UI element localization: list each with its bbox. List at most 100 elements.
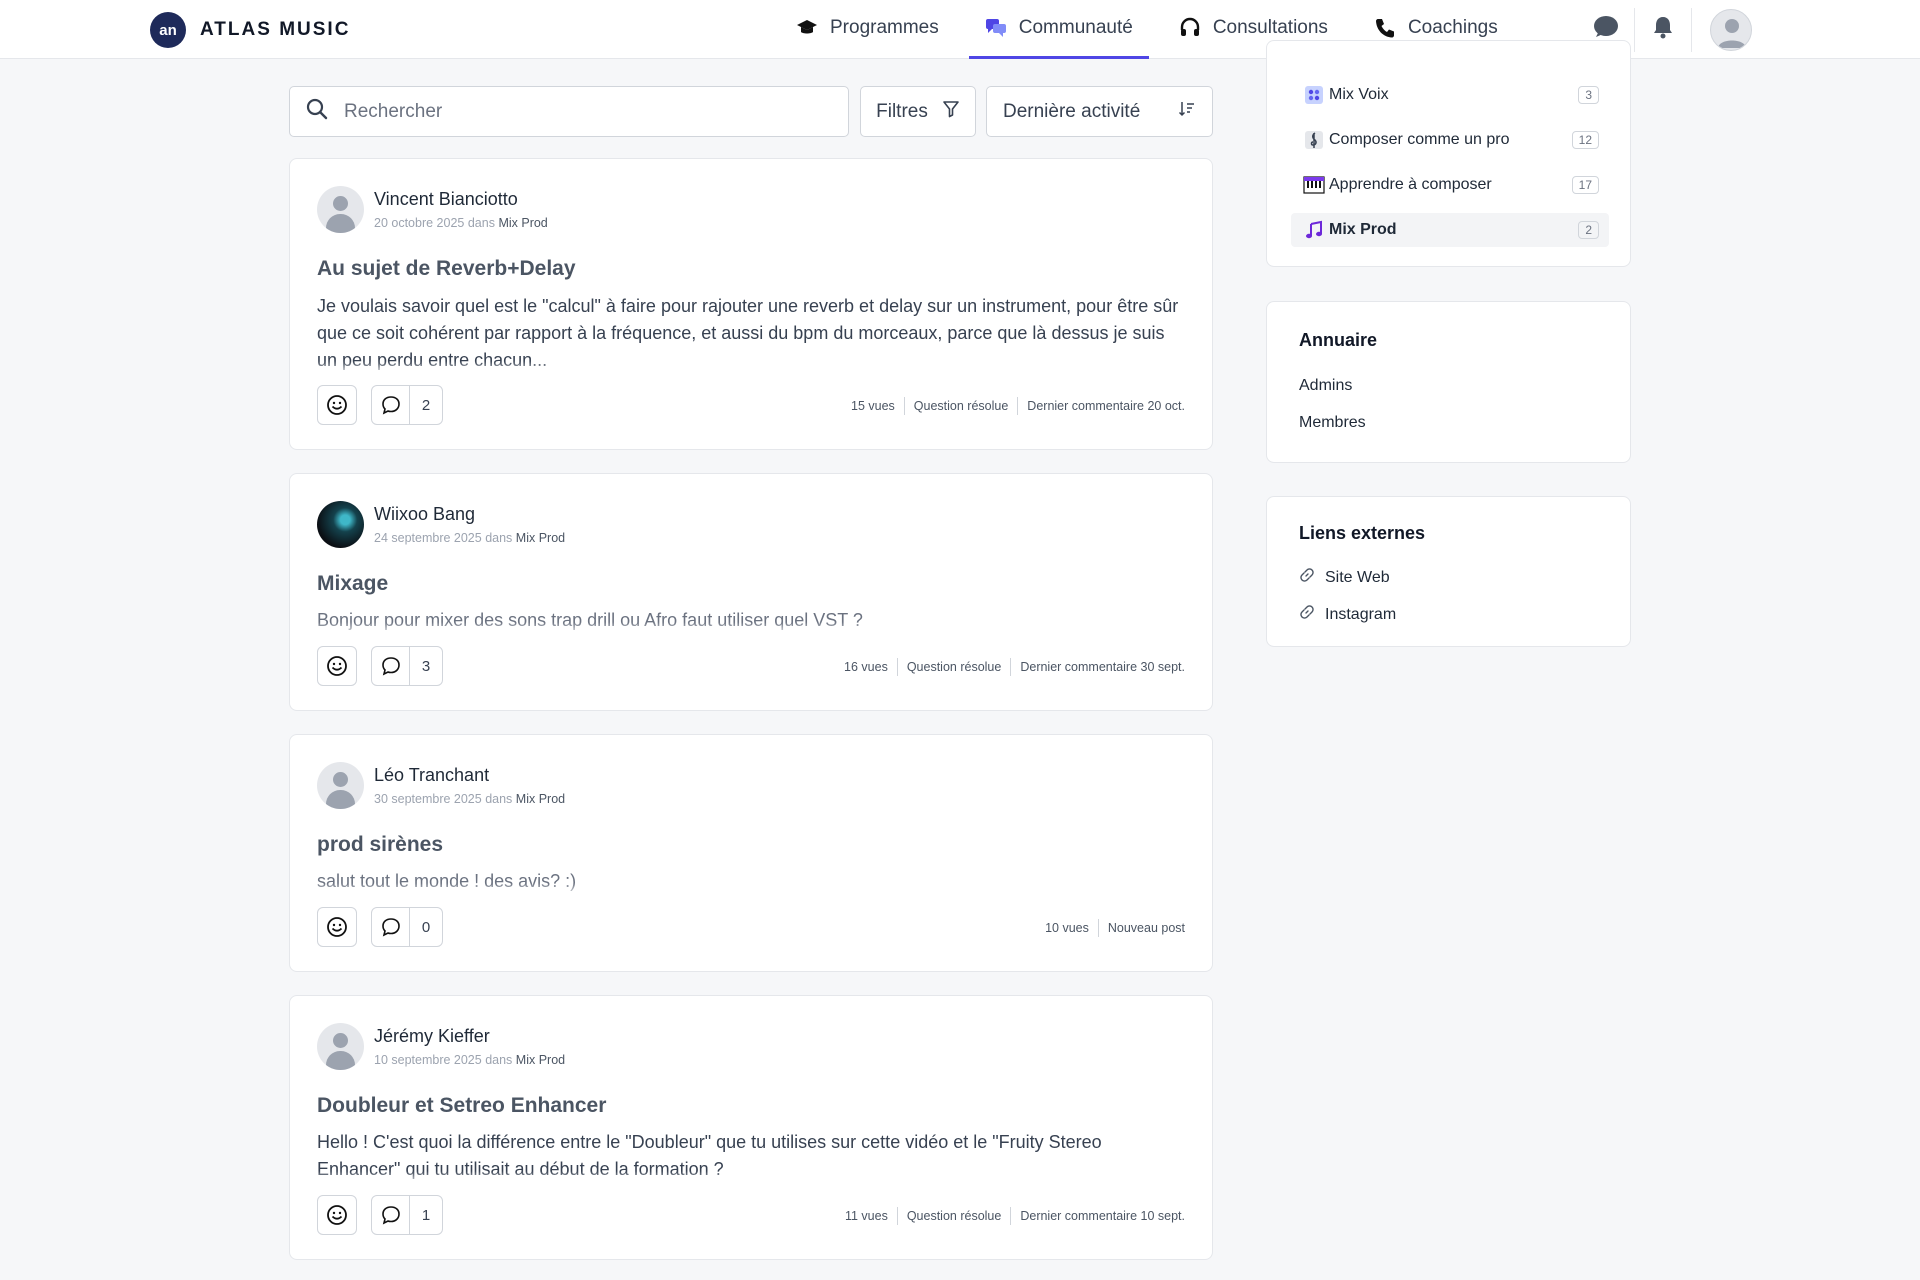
nav-consultations-label: Consultations: [1212, 17, 1328, 38]
directory-title: Annuaire: [1299, 330, 1378, 350]
author-name[interactable]: Wiixoo Bang: [374, 504, 565, 525]
author-name[interactable]: Vincent Bianciotto: [374, 189, 548, 210]
smiley-icon: [327, 1205, 347, 1225]
post-category[interactable]: Mix Prod: [516, 792, 565, 806]
directory-link-membres[interactable]: Membres: [1299, 414, 1366, 432]
search-box[interactable]: [289, 86, 849, 137]
category-count: 2: [1578, 221, 1599, 239]
graduation-cap-icon: [796, 17, 818, 39]
author-name[interactable]: Léo Tranchant: [374, 765, 565, 786]
post-card[interactable]: Léo Tranchant 30 septembre 2025 dans Mix…: [289, 734, 1213, 972]
nav-programmes-label: Programmes: [830, 17, 939, 38]
post-date: 30 septembre 2025: [374, 792, 482, 806]
category-item-mix-voix[interactable]: Mix Voix 3: [1291, 78, 1609, 112]
category-count: 3: [1578, 86, 1599, 104]
category-label: Composer comme un pro: [1329, 131, 1510, 148]
nav-coachings-label: Coachings: [1407, 17, 1498, 38]
post-card[interactable]: Wiixoo Bang 24 septembre 2025 dans Mix P…: [289, 473, 1213, 711]
author-name[interactable]: Jérémy Kieffer: [374, 1026, 565, 1047]
search-input[interactable]: [344, 100, 814, 123]
nav-programmes[interactable]: Programmes: [780, 0, 955, 59]
post-title[interactable]: Doubleur et Setreo Enhancer: [317, 1094, 606, 1118]
excerpt-fade: [290, 361, 1212, 375]
post-title[interactable]: Mixage: [317, 572, 388, 596]
post-actions: 0: [317, 907, 443, 947]
post-author-row: Jérémy Kieffer 10 septembre 2025 dans Mi…: [317, 1023, 565, 1070]
divider: [1691, 7, 1692, 52]
category-item-apprendre-a-composer[interactable]: Apprendre à composer 17: [1291, 168, 1609, 202]
link-icon: [1299, 604, 1315, 625]
category-item-composer-comme-un-pro[interactable]: Composer comme un pro 12: [1291, 123, 1609, 157]
comment-bubble-icon: [372, 386, 410, 424]
post-actions: 1: [317, 1195, 443, 1235]
last-comment: Dernier commentaire 20 oct.: [1017, 397, 1185, 415]
filters-label: Filtres: [876, 100, 928, 122]
reaction-button[interactable]: [317, 385, 357, 425]
post-author-row: Wiixoo Bang 24 septembre 2025 dans Mix P…: [317, 501, 565, 548]
link-icon: [1299, 567, 1315, 588]
post-category[interactable]: Mix Prod: [498, 216, 547, 230]
post-card[interactable]: Jérémy Kieffer 10 septembre 2025 dans Mi…: [289, 995, 1213, 1260]
last-comment: Dernier commentaire 30 sept.: [1010, 658, 1185, 676]
view-count: 15 vues: [851, 399, 895, 413]
author-avatar[interactable]: [317, 501, 364, 548]
piano-keys-icon: [1303, 174, 1325, 196]
external-link-label: Instagram: [1325, 605, 1397, 623]
post-stats: 10 vues Nouveau post: [1036, 919, 1185, 937]
treble-clef-icon: [1303, 129, 1325, 151]
post-card[interactable]: Vincent Bianciotto 20 octobre 2025 dans …: [289, 158, 1213, 450]
post-stats: 15 vues Question résolue Dernier comment…: [842, 397, 1185, 415]
phone-icon: [1374, 17, 1396, 39]
directory-link-admins[interactable]: Admins: [1299, 377, 1352, 395]
last-comment: Dernier commentaire 10 sept.: [1010, 1207, 1185, 1225]
excerpt-fade: [290, 883, 1212, 897]
user-avatar[interactable]: [1710, 8, 1752, 51]
post-title[interactable]: prod sirènes: [317, 833, 443, 857]
author-avatar[interactable]: [317, 1023, 364, 1070]
user-silhouette-icon: [1718, 18, 1746, 48]
author-avatar[interactable]: [317, 186, 364, 233]
excerpt-fade: [290, 622, 1212, 636]
external-link-site-web[interactable]: Site Web: [1299, 567, 1390, 588]
view-count: 16 vues: [844, 660, 888, 674]
comment-bubble-icon: [372, 1196, 410, 1234]
chat-bubbles-icon: [985, 17, 1007, 39]
external-links-title: Liens externes: [1299, 523, 1426, 543]
categories-card: Mix Voix 3 Composer comme un pro 12 Appr…: [1266, 40, 1631, 267]
post-date: 10 septembre 2025: [374, 1053, 482, 1067]
post-in-word: dans: [485, 1053, 513, 1067]
category-item-mix-prod[interactable]: Mix Prod 2: [1291, 213, 1609, 247]
comments-button[interactable]: 1: [371, 1195, 443, 1235]
smiley-icon: [327, 917, 347, 937]
post-title[interactable]: Au sujet de Reverb+Delay: [317, 257, 576, 281]
status-badge: Question résolue: [896, 1207, 1011, 1225]
external-link-instagram[interactable]: Instagram: [1299, 604, 1396, 625]
sort-label: Dernière activité: [1003, 100, 1141, 122]
comment-count: 3: [421, 657, 431, 675]
smiley-icon: [327, 395, 347, 415]
comments-button[interactable]: 2: [371, 385, 443, 425]
notifications-button[interactable]: [1635, 0, 1691, 59]
comments-button[interactable]: 0: [371, 907, 443, 947]
reaction-button[interactable]: [317, 1195, 357, 1235]
reaction-button[interactable]: [317, 646, 357, 686]
post-actions: 2: [317, 385, 443, 425]
category-label: Mix Voix: [1329, 86, 1389, 103]
post-date: 20 octobre 2025: [374, 216, 465, 230]
view-count: 11 vues: [844, 1209, 888, 1223]
post-category[interactable]: Mix Prod: [516, 1053, 565, 1067]
sort-select[interactable]: Dernière activité: [986, 86, 1213, 137]
post-meta: 30 septembre 2025 dans Mix Prod: [374, 792, 565, 806]
status-badge: Nouveau post: [1097, 919, 1185, 937]
reaction-button[interactable]: [317, 907, 357, 947]
bell-icon: [1652, 15, 1674, 44]
post-in-word: dans: [467, 216, 495, 230]
comments-button[interactable]: 3: [371, 646, 443, 686]
post-category[interactable]: Mix Prod: [516, 531, 565, 545]
filters-button[interactable]: Filtres: [860, 86, 976, 137]
author-avatar[interactable]: [317, 762, 364, 809]
nav-communaute[interactable]: Communauté: [968, 0, 1149, 59]
post-author-row: Léo Tranchant 30 septembre 2025 dans Mix…: [317, 762, 565, 809]
brand-logo[interactable]: an ATLAS MUSIC: [150, 12, 350, 48]
status-badge: Question résolue: [903, 397, 1018, 415]
